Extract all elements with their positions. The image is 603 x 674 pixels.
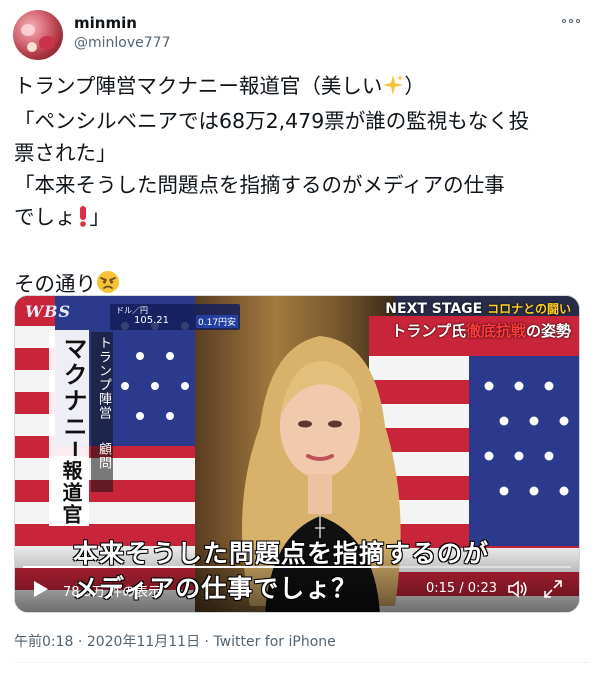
- video-frame: WBS ドル／円 105.21 0.17円安 マクナニー トランプ陣営 顧問 報…: [15, 296, 579, 612]
- affiliation-caption-panel: トランプ陣営 顧問: [91, 332, 113, 492]
- fx-change: 0.17円安: [196, 315, 239, 328]
- tweet-line-6: その通り: [14, 272, 96, 296]
- program-topic: コロナとの闘い: [487, 302, 571, 316]
- headline-part-a: トランプ氏: [391, 322, 466, 340]
- caption-affiliation: トランプ陣営: [96, 336, 111, 420]
- sparkles-emoji: [382, 73, 404, 105]
- tweet-line-4: 「本来そうした問題点を指摘するのがメディアの仕事: [14, 173, 505, 197]
- fullscreen-icon[interactable]: [543, 579, 563, 599]
- view-count: 78.5万 件の表示: [63, 585, 162, 600]
- user-handle[interactable]: @minlove777: [74, 35, 170, 51]
- video-player[interactable]: WBS ドル／円 105.21 0.17円安 マクナニー トランプ陣営 顧問 報…: [14, 295, 580, 613]
- display-name[interactable]: minmin: [74, 14, 137, 32]
- tweet-line-2: 「ペンシルベニアでは68万2,479票が誰の監視もなく投: [14, 109, 530, 133]
- tweet-source[interactable]: Twitter for iPhone: [213, 634, 335, 650]
- caption-role: 顧問: [96, 442, 111, 470]
- headline-part-c: の姿勢: [525, 322, 571, 340]
- tweet-date[interactable]: 2020年11月11日: [87, 634, 200, 650]
- tweet-line-3: 票された」: [14, 141, 117, 165]
- divider: [14, 662, 589, 663]
- program-name: NEXT STAGE: [385, 301, 483, 317]
- caption-title: 報道官: [59, 460, 83, 526]
- avatar[interactable]: [13, 10, 63, 60]
- subtitle-line-1: 本来そうした問題点を指摘するのが: [73, 539, 490, 568]
- tweet-time[interactable]: 午前0:18: [14, 634, 73, 650]
- play-icon[interactable]: [29, 578, 51, 600]
- red-exclamation-emoji: [76, 204, 90, 236]
- wbs-logo: WBS: [25, 302, 72, 321]
- tweet-line-1-end: ）: [404, 74, 425, 98]
- headline-part-b: 徹底抗戦: [465, 322, 526, 340]
- video-controls: 78.5万 件の表示 0:15 / 0:23: [15, 566, 579, 612]
- caption-name: マクナニー: [59, 336, 87, 466]
- tweet-meta: 午前0:18 · 2020年11月11日 · Twitter for iPhon…: [14, 634, 336, 650]
- tweet-text: トランプ陣営マクナニー報道官（美しい ） 「ペンシルベニアでは68万2,479票が…: [14, 70, 594, 303]
- more-options-icon[interactable]: [560, 14, 582, 28]
- tweet-line-5: でしょ: [14, 205, 76, 229]
- progress-bar[interactable]: [23, 566, 571, 568]
- tweet-line-1: トランプ陣営マクナニー報道官（美しい: [14, 74, 383, 98]
- program-banner: NEXT STAGE コロナとの闘い: [385, 300, 571, 317]
- fx-ticker: ドル／円 105.21 0.17円安: [110, 304, 240, 330]
- fx-rate: 105.21: [134, 315, 169, 326]
- volume-icon[interactable]: [507, 579, 529, 599]
- video-time: 0:15 / 0:23: [425, 581, 497, 596]
- news-headline: トランプ氏徹底抗戦の姿勢: [391, 320, 571, 341]
- tweet-line-5-end: 」: [89, 205, 111, 229]
